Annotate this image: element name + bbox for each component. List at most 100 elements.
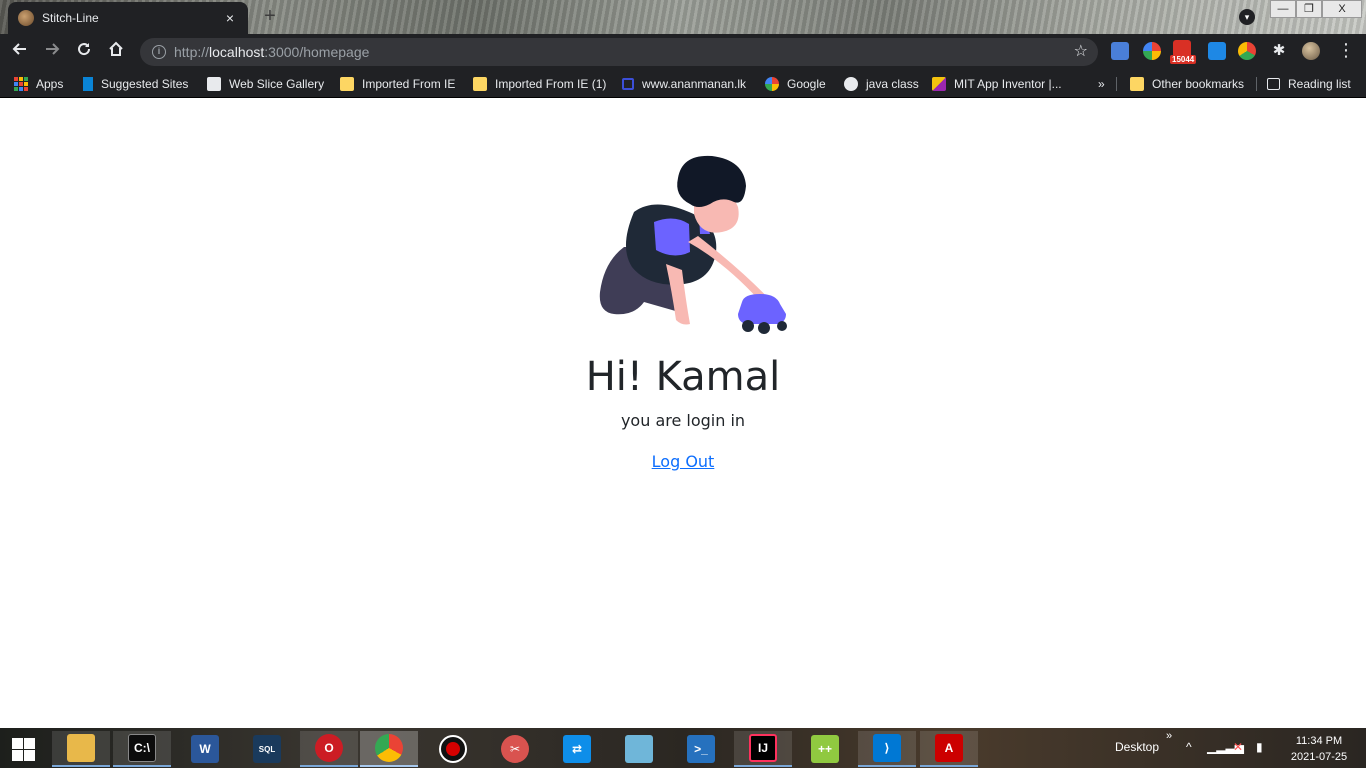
bookmarks-divider <box>1116 77 1117 91</box>
bookmark-java-class[interactable]: java class <box>844 75 919 93</box>
taskbar-word[interactable]: W <box>176 731 234 767</box>
windows-logo-icon <box>24 750 35 761</box>
close-window-button[interactable]: X <box>1322 0 1362 18</box>
bookmarks-overflow-button[interactable]: » <box>1098 75 1105 93</box>
google-translate-icon[interactable] <box>1111 42 1129 60</box>
scissors-icon: ✂ <box>501 735 529 763</box>
back-arrow-icon <box>12 43 26 55</box>
bookmark-label: Other bookmarks <box>1152 77 1245 91</box>
vscode-icon: ⟩ <box>873 734 901 762</box>
reload-button[interactable] <box>72 40 96 64</box>
start-button[interactable] <box>8 736 38 762</box>
show-hidden-icons-icon[interactable]: ^ <box>1186 740 1192 754</box>
bookmark-label: Imported From IE (1) <box>495 77 607 91</box>
new-tab-button[interactable]: + <box>258 4 282 28</box>
taskbar-clock[interactable]: 11:34 PM 2021-07-25 <box>1286 733 1352 765</box>
apps-grid-icon <box>14 77 28 91</box>
windows-logo-icon <box>24 738 35 749</box>
folder-icon <box>1130 77 1144 91</box>
address-bar[interactable]: i http://localhost:3000/homepage ☆ <box>140 38 1098 66</box>
chrome-icon <box>375 734 403 762</box>
bookmark-imported-from-ie[interactable]: Imported From IE <box>340 75 455 93</box>
taskbar-recorder[interactable] <box>424 731 482 767</box>
taskbar-opera[interactable]: O <box>300 731 358 767</box>
profile-avatar[interactable] <box>1302 42 1320 60</box>
record-icon <box>439 735 467 763</box>
bookmark-other-bookmarks[interactable]: Other bookmarks <box>1130 75 1244 93</box>
minimize-button[interactable]: — <box>1270 0 1296 18</box>
clock-date: 2021-07-25 <box>1290 751 1348 763</box>
mysql-icon: SQL <box>253 735 281 763</box>
taskbar-file-explorer[interactable] <box>52 731 110 767</box>
bookmark-google[interactable]: Google <box>765 75 826 93</box>
bookmark-ananmanan[interactable]: www.ananmanan.lk <box>622 75 746 93</box>
bookmark-apps[interactable]: Apps <box>14 75 63 93</box>
bing-icon <box>83 77 93 91</box>
extension-shield-icon[interactable] <box>1238 42 1256 60</box>
bookmark-label: Apps <box>36 77 64 91</box>
battery-icon[interactable]: ▮ <box>1256 740 1263 754</box>
globe-icon <box>844 77 858 91</box>
url-path: :3000/homepage <box>264 44 370 60</box>
bookmark-label: Imported From IE <box>362 77 456 91</box>
url-host: localhost <box>209 44 265 60</box>
opera-icon: O <box>315 734 343 762</box>
tab-search-icon[interactable]: ▾ <box>1239 9 1255 25</box>
notepad-plus-icon: ++ <box>811 735 839 763</box>
folder-icon <box>340 77 354 91</box>
home-icon <box>109 41 123 56</box>
terminal-icon: C:\ <box>128 734 156 762</box>
intellij-icon: IJ <box>749 734 777 762</box>
home-button[interactable] <box>104 40 128 64</box>
logout-link[interactable]: Log Out <box>652 452 715 471</box>
taskbar-command-prompt[interactable]: C:\ <box>113 731 171 767</box>
taskbar-chrome[interactable] <box>360 731 418 767</box>
taskbar-mysql[interactable]: SQL <box>238 731 296 767</box>
volume-muted-icon[interactable]: ✕ <box>1233 740 1243 754</box>
site-info-icon[interactable]: i <box>152 45 166 59</box>
bookmark-suggested-sites[interactable]: Suggested Sites <box>83 75 188 93</box>
tab-close-icon[interactable]: × <box>222 10 238 26</box>
bookmark-mit-app-inventor[interactable]: MIT App Inventor |... <box>932 75 1062 93</box>
url-text[interactable]: http://localhost:3000/homepage <box>174 44 369 60</box>
taskbar-teamviewer[interactable]: ⇄ <box>548 731 606 767</box>
taskbar-intellij[interactable]: IJ <box>734 731 792 767</box>
google-icon <box>765 77 779 91</box>
bookmark-imported-from-ie-1[interactable]: Imported From IE (1) <box>473 75 606 93</box>
tab-favicon-icon <box>18 10 34 26</box>
powershell-icon: >_ <box>687 735 715 763</box>
windows-logo-icon <box>12 738 23 749</box>
taskbar-notepad-plus[interactable]: ++ <box>796 731 854 767</box>
bookmark-star-icon[interactable]: ☆ <box>1074 41 1088 61</box>
extension-sync-icon[interactable] <box>1208 42 1226 60</box>
login-status-text: you are login in <box>620 411 746 430</box>
windows-logo-icon <box>12 750 23 761</box>
tab-strip: Stitch-Line × + ▾ — ❐ X <box>0 0 1366 34</box>
taskbar-notepad[interactable] <box>610 731 668 767</box>
tab-title: Stitch-Line <box>42 11 99 25</box>
desktop-toolbar-overflow[interactable]: » <box>1166 730 1172 742</box>
bookmarks-bar: Apps Suggested Sites Web Slice Gallery I… <box>0 70 1366 98</box>
windows-taskbar: C:\ W SQL O ✂ ⇄ >_ IJ ++ ⟩ A Desktop » ^… <box>0 728 1366 768</box>
extensions-puzzle-icon[interactable]: ✱ <box>1270 42 1288 60</box>
back-button[interactable] <box>8 40 32 64</box>
taskbar-powershell[interactable]: >_ <box>672 731 730 767</box>
folder-icon <box>473 77 487 91</box>
taskbar-acrobat[interactable]: A <box>920 731 978 767</box>
maximize-button[interactable]: ❐ <box>1296 0 1322 18</box>
chevron-right-icon: » <box>1098 77 1105 91</box>
site-icon <box>622 78 634 90</box>
child-playing-illustration <box>599 155 787 334</box>
page-content: Hi! Kamal you are login in Log Out <box>0 98 1366 728</box>
browser-tab[interactable]: Stitch-Line × <box>8 2 248 34</box>
bookmark-reading-list[interactable]: Reading list <box>1267 75 1351 93</box>
extension-flower-icon[interactable] <box>1143 42 1161 60</box>
desktop-toolbar-label[interactable]: Desktop <box>1115 740 1159 754</box>
forward-button[interactable] <box>40 40 64 64</box>
logout-container: Log Out <box>0 452 1366 472</box>
bookmark-label: Google <box>787 77 826 91</box>
taskbar-snipping-tool[interactable]: ✂ <box>486 731 544 767</box>
bookmark-web-slice-gallery[interactable]: Web Slice Gallery <box>207 75 324 93</box>
browser-menu-icon[interactable]: ⋮ <box>1337 40 1355 61</box>
taskbar-vscode[interactable]: ⟩ <box>858 731 916 767</box>
